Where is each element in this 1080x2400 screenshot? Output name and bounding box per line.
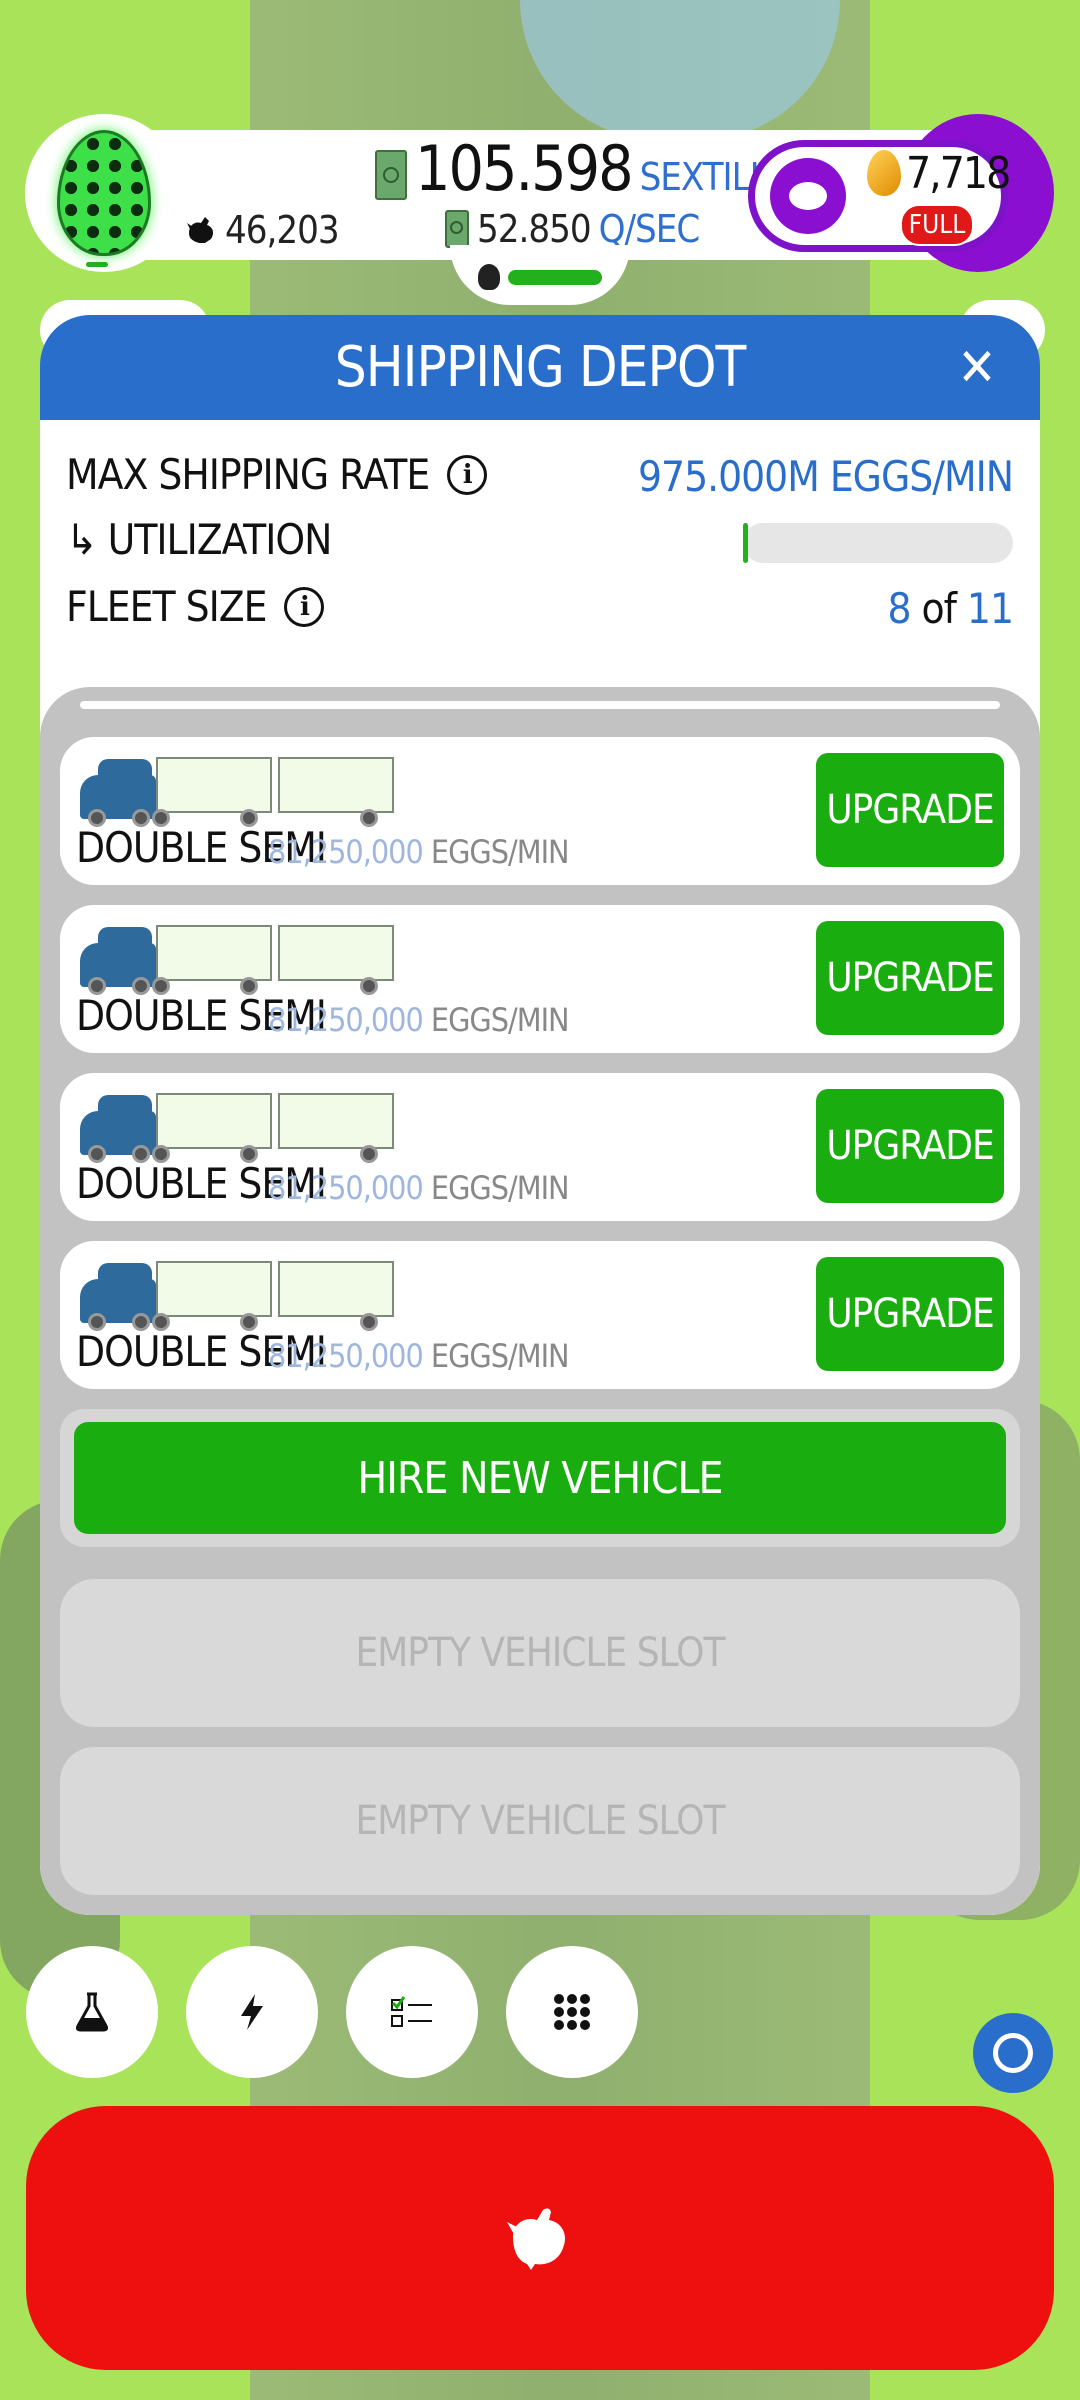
upgrade-button[interactable]: UPGRADE bbox=[816, 1257, 1004, 1371]
assistant-button[interactable] bbox=[973, 2013, 1053, 2093]
close-icon[interactable]: ✕ bbox=[952, 342, 1002, 394]
vehicle-rate: 81,250,000 EGGS/MIN bbox=[268, 833, 570, 871]
vehicle-row: DOUBLE SEMI 81,250,000 EGGS/MIN UPGRADE bbox=[60, 1241, 1020, 1389]
egg-icon bbox=[57, 130, 151, 256]
menu-button[interactable] bbox=[506, 1946, 638, 2078]
ring-icon bbox=[993, 2033, 1033, 2073]
utilization-label: ↳ UTILIZATION bbox=[66, 515, 332, 564]
vehicle-row: DOUBLE SEMI 81,250,000 EGGS/MIN UPGRADE bbox=[60, 737, 1020, 885]
fleet-size-label: FLEET SIZE bbox=[66, 582, 267, 631]
income-rate-unit: Q/SEC bbox=[598, 207, 701, 251]
vehicle-rate: 81,250,000 EGGS/MIN bbox=[268, 1001, 570, 1039]
cash-icon bbox=[375, 150, 407, 200]
boosts-button[interactable] bbox=[186, 1946, 318, 2078]
hatch-chicken-button[interactable] bbox=[26, 2106, 1054, 2370]
chicken-count-value: 46,203 bbox=[225, 208, 340, 252]
golden-egg-count: 7,718 bbox=[906, 148, 1011, 199]
hire-vehicle-container: HIRE NEW VEHICLE bbox=[60, 1409, 1020, 1547]
egg-type-button[interactable] bbox=[25, 114, 183, 272]
double-semi-truck-icon bbox=[80, 925, 394, 995]
scroll-edge bbox=[80, 701, 1000, 709]
vehicle-rate-value: 81,250,000 bbox=[268, 1169, 424, 1207]
golden-egg-icon bbox=[867, 150, 901, 196]
upgrade-button[interactable]: UPGRADE bbox=[816, 1089, 1004, 1203]
chicken-icon bbox=[507, 2208, 566, 2270]
vehicle-row: DOUBLE SEMI 81,250,000 EGGS/MIN UPGRADE bbox=[60, 905, 1020, 1053]
money-value: 105.598 bbox=[415, 132, 634, 205]
vehicle-rate-unit: EGGS/MIN bbox=[430, 833, 570, 871]
max-shipping-rate-label: MAX SHIPPING RATE bbox=[66, 450, 430, 499]
empty-vehicle-slot: EMPTY VEHICLE SLOT bbox=[60, 1747, 1020, 1895]
hatchery-progress-bar bbox=[508, 270, 602, 285]
info-icon[interactable]: i bbox=[447, 454, 488, 495]
vehicle-rate-unit: EGGS/MIN bbox=[430, 1169, 570, 1207]
fleet-max: 11 bbox=[966, 584, 1014, 633]
vehicle-rate-unit: EGGS/MIN bbox=[430, 1337, 570, 1375]
vehicle-rate: 81,250,000 EGGS/MIN bbox=[268, 1169, 570, 1207]
checklist-icon bbox=[391, 1996, 432, 2027]
empty-vehicle-slot: EMPTY VEHICLE SLOT bbox=[60, 1579, 1020, 1727]
piggy-full-badge: FULL bbox=[900, 204, 974, 246]
lightning-icon bbox=[241, 1994, 263, 2030]
vehicle-rate-value: 81,250,000 bbox=[268, 833, 424, 871]
upgrade-button[interactable]: UPGRADE bbox=[816, 753, 1004, 867]
max-shipping-rate-value: 975.000M EGGS/MIN bbox=[638, 452, 1014, 501]
max-shipping-rate-row: MAX SHIPPING RATE i bbox=[66, 450, 488, 499]
cash-icon bbox=[445, 210, 469, 248]
vehicle-rate-unit: EGGS/MIN bbox=[430, 1001, 570, 1039]
piggy-bank-button[interactable] bbox=[770, 158, 846, 234]
vehicle-rate-value: 81,250,000 bbox=[268, 1337, 424, 1375]
double-semi-truck-icon bbox=[80, 1261, 394, 1331]
utilization-bar bbox=[743, 523, 1013, 563]
hatchery-chick-icon bbox=[478, 264, 500, 290]
piggy-bank-icon bbox=[789, 182, 827, 210]
double-semi-truck-icon bbox=[80, 757, 394, 827]
income-rate-value: 52.850 bbox=[477, 207, 592, 251]
double-semi-truck-icon bbox=[80, 1093, 394, 1163]
chicken-icon bbox=[187, 217, 214, 243]
hire-new-vehicle-button[interactable]: HIRE NEW VEHICLE bbox=[74, 1422, 1006, 1534]
panel-title: SHIPPING DEPOT bbox=[334, 335, 746, 400]
chicken-count: 46,203 bbox=[185, 208, 340, 252]
research-button[interactable] bbox=[26, 1946, 158, 2078]
utilization-row: ↳ UTILIZATION bbox=[66, 515, 332, 564]
utilization-fill bbox=[743, 523, 749, 563]
upgrade-button[interactable]: UPGRADE bbox=[816, 921, 1004, 1035]
fleet-current: 8 bbox=[887, 584, 911, 633]
vehicle-row: DOUBLE SEMI 81,250,000 EGGS/MIN UPGRADE bbox=[60, 1073, 1020, 1221]
info-icon[interactable]: i bbox=[284, 586, 325, 627]
income-rate: 52.850 Q/SEC bbox=[445, 207, 701, 251]
shipping-depot-panel: SHIPPING DEPOT ✕ MAX SHIPPING RATE i 975… bbox=[40, 315, 1040, 1915]
flask-icon bbox=[75, 1992, 109, 2032]
fleet-size-value: 8 of 11 bbox=[887, 584, 1014, 633]
fleet-size-row: FLEET SIZE i bbox=[66, 582, 325, 631]
grid-icon bbox=[554, 1994, 590, 2030]
vehicle-rate: 81,250,000 EGGS/MIN bbox=[268, 1337, 570, 1375]
fleet-of: of bbox=[921, 584, 957, 633]
panel-header: SHIPPING DEPOT ✕ bbox=[40, 315, 1040, 420]
egg-indicator bbox=[86, 262, 108, 267]
vehicle-rate-value: 81,250,000 bbox=[268, 1001, 424, 1039]
fleet-list[interactable]: DOUBLE SEMI 81,250,000 EGGS/MIN UPGRADE … bbox=[40, 687, 1040, 1915]
missions-button[interactable] bbox=[346, 1946, 478, 2078]
